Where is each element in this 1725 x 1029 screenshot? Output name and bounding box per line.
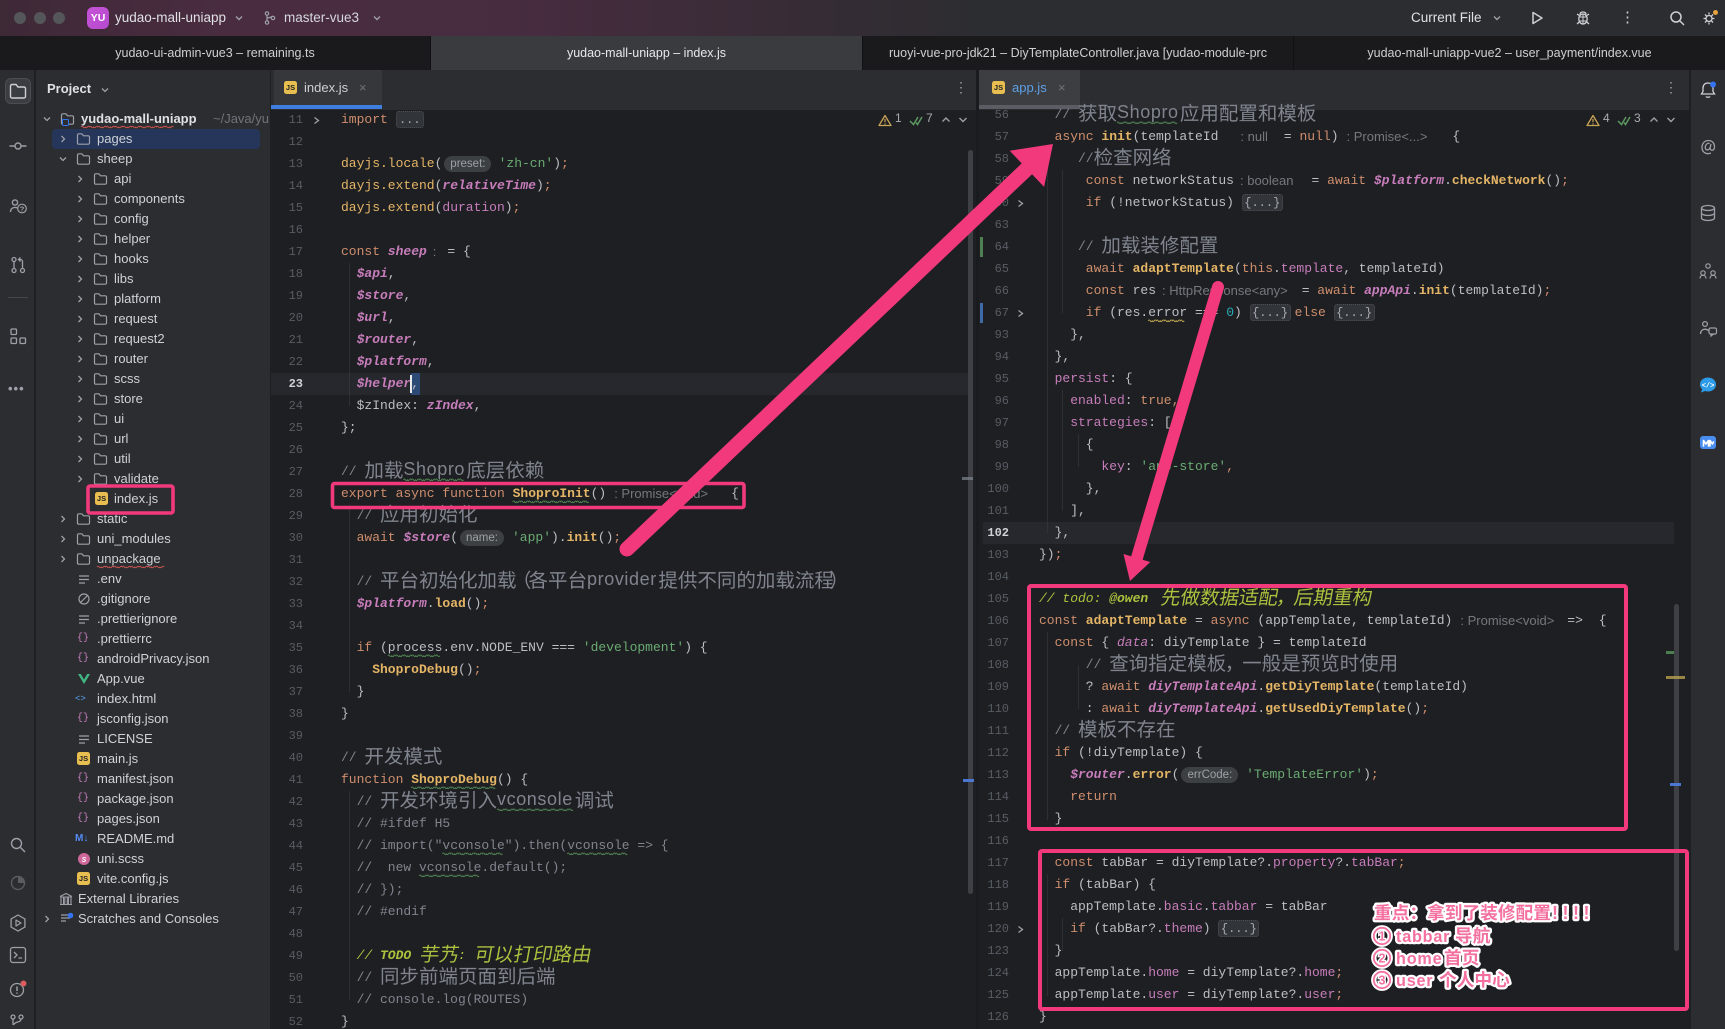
svg-text:2: 2 [1379, 951, 1386, 965]
svg-text:home: home [1396, 950, 1442, 968]
svg-text:tabbar: tabbar [1396, 928, 1450, 946]
svg-text:user: user [1396, 972, 1433, 990]
svg-text:1: 1 [1379, 929, 1386, 943]
svg-text:!!!!: !!!! [1552, 903, 1594, 923]
svg-text:3: 3 [1379, 973, 1386, 987]
